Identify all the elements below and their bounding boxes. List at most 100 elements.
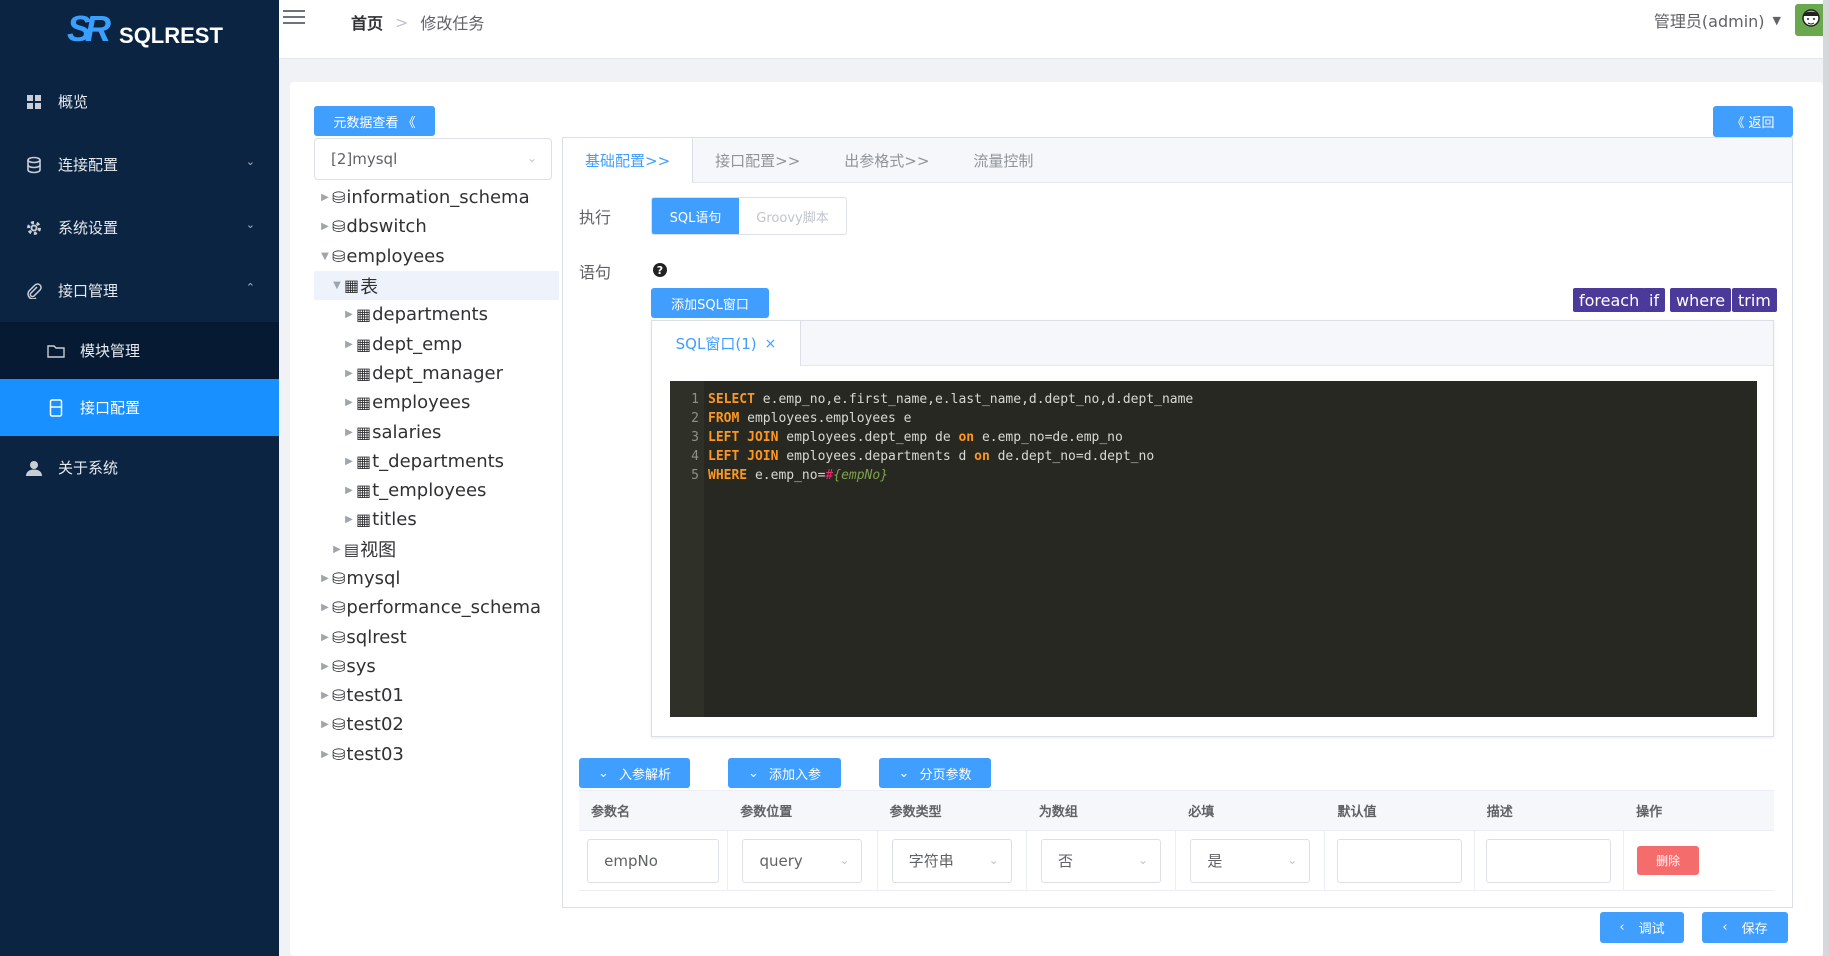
tree-node[interactable]: ▶ ▦ employees — [314, 388, 559, 417]
caret-down-icon[interactable]: ▼ — [318, 251, 332, 262]
param-name-input[interactable]: empNo — [587, 838, 720, 883]
parse-params-button[interactable]: ⌄ 入参解析 — [579, 758, 690, 788]
tab-rate-limit[interactable]: 流量控制 — [951, 138, 1055, 182]
tree-node[interactable]: ▶ ▦ t_employees — [314, 476, 559, 505]
sidebar-item-api-config[interactable]: 接口配置 — [0, 379, 279, 436]
tree-node[interactable]: ▶ ⛁ test02 — [314, 710, 559, 739]
caret-right-icon[interactable]: ▶ — [342, 309, 356, 320]
caret-right-icon[interactable]: ▶ — [318, 661, 332, 672]
datasource-select[interactable]: [2]mysql ⌄ — [314, 138, 552, 180]
sidebar-item-settings[interactable]: 系统设置 ⌄ — [0, 196, 279, 259]
cell-desc — [1475, 831, 1625, 890]
caret-right-icon[interactable]: ▶ — [342, 397, 356, 408]
app-name: SQLREST — [119, 23, 223, 48]
tree-node[interactable]: ▶ ▦ dept_manager — [314, 359, 559, 388]
sql-tab-bar — [652, 321, 1773, 366]
table-icon: ▦ — [356, 334, 372, 354]
sidebar-item-modules[interactable]: 模块管理 — [0, 322, 279, 379]
caret-right-icon[interactable]: ▶ — [342, 427, 356, 438]
user-menu[interactable]: 管理员(admin) ▼ — [1654, 8, 1781, 32]
caret-right-icon[interactable]: ▶ — [318, 221, 332, 232]
tree-node[interactable]: ▶ ⛁ performance_schema — [314, 593, 559, 622]
code-token: employees.employees e — [739, 411, 912, 426]
tree-node[interactable]: ▶ ⛁ sqlrest — [314, 622, 559, 651]
metadata-view-button[interactable]: 元数据查看 《 — [314, 106, 435, 136]
caret-right-icon[interactable]: ▶ — [342, 368, 356, 379]
code-line: 5 WHERE e.emp_no=#{empNo} — [670, 465, 888, 487]
tab-api-config[interactable]: 接口配置>> — [693, 138, 822, 182]
exec-option-sql[interactable]: SQL语句 — [652, 198, 739, 234]
page-scrollbar[interactable] — [1823, 0, 1829, 956]
sidebar-item-overview[interactable]: 概览 — [0, 70, 279, 133]
caret-right-icon[interactable]: ▶ — [342, 456, 356, 467]
tree-node-label: test03 — [346, 743, 404, 765]
tab-output-format[interactable]: 出参格式>> — [822, 138, 951, 182]
menu-toggle-icon[interactable] — [283, 10, 305, 26]
sql-window-tab[interactable]: SQL窗口(1) × — [652, 321, 801, 366]
close-icon[interactable]: × — [765, 336, 777, 352]
tree-node[interactable]: ▶ ⛁ test01 — [314, 681, 559, 710]
param-position-select[interactable]: query ⌄ — [742, 838, 863, 883]
column-header: 参数名 — [591, 805, 631, 820]
tree-node[interactable]: ▶ ▦ salaries — [314, 417, 559, 446]
snippet-where-button[interactable]: where — [1670, 288, 1732, 312]
param-desc-input[interactable] — [1486, 838, 1612, 883]
caret-down-icon[interactable]: ▼ — [330, 280, 344, 291]
caret-right-icon[interactable]: ▶ — [318, 719, 332, 730]
param-is-array-select[interactable]: 否 ⌄ — [1041, 838, 1162, 883]
tree-node[interactable]: ▼ ▦ 表 — [314, 270, 559, 301]
add-param-button[interactable]: ⌄ 添加入参 — [728, 758, 841, 788]
caret-right-icon[interactable]: ▶ — [330, 544, 344, 555]
tree-node[interactable]: ▶ ⛁ mysql — [314, 564, 559, 593]
caret-right-icon[interactable]: ▶ — [318, 573, 332, 584]
caret-right-icon[interactable]: ▶ — [318, 690, 332, 701]
tree-node[interactable]: ▶ ⛁ dbswitch — [314, 212, 559, 241]
snippet-foreach-button[interactable]: foreach — [1573, 288, 1646, 312]
tree-node[interactable]: ▶ ▦ titles — [314, 505, 559, 534]
tree-node-label: 视图 — [360, 540, 397, 562]
tree-node[interactable]: ▶ ⛁ test03 — [314, 740, 559, 769]
tab-basic-config[interactable]: 基础配置>> — [563, 138, 694, 183]
tree-node[interactable]: ▶ ▦ dept_emp — [314, 329, 559, 358]
caret-right-icon[interactable]: ▶ — [342, 514, 356, 525]
caret-right-icon[interactable]: ▶ — [318, 192, 332, 203]
sidebar-item-about[interactable]: 关于系统 — [0, 436, 279, 499]
tree-node[interactable]: ▶ ▦ t_departments — [314, 447, 559, 476]
paging-params-button[interactable]: ⌄ 分页参数 — [879, 758, 991, 788]
snippet-if-button[interactable]: if — [1643, 288, 1666, 312]
debug-button[interactable]: ‹ 调试 — [1600, 912, 1684, 943]
param-default-input[interactable] — [1337, 838, 1463, 883]
folder-icon — [47, 342, 65, 360]
tree-node[interactable]: ▶ ▤ 视图 — [314, 535, 559, 564]
breadcrumb-home[interactable]: 首页 — [351, 10, 383, 34]
tree-node-label: dept_manager — [372, 362, 504, 384]
exec-option-groovy[interactable]: Groovy脚本 — [739, 198, 846, 234]
back-button[interactable]: 《 返回 — [1713, 106, 1793, 137]
logo[interactable]: SR SQLREST — [67, 8, 223, 50]
add-sql-window-button[interactable]: 添加SQL窗口 — [651, 288, 769, 318]
param-position-value: query — [759, 851, 803, 870]
breadcrumb-separator: > — [395, 12, 409, 32]
sidebar-item-api-management[interactable]: 接口管理 ⌃ — [0, 259, 279, 322]
table-icon: ▦ — [356, 363, 372, 383]
tree-node[interactable]: ▶ ▦ departments — [314, 300, 559, 329]
question-circle-icon[interactable]: ? — [653, 263, 667, 277]
param-type-select[interactable]: 字符串 ⌄ — [891, 838, 1012, 883]
sidebar-item-connections[interactable]: 连接配置 ⌄ — [0, 133, 279, 196]
delete-param-button[interactable]: 删除 — [1637, 846, 1700, 875]
snippet-trim-button[interactable]: trim — [1732, 288, 1777, 312]
user-icon — [25, 459, 43, 477]
tab-bar: 基础配置>> 接口配置>> 出参格式>> 流量控制 — [563, 138, 1792, 183]
caret-right-icon[interactable]: ▶ — [342, 339, 356, 350]
param-required-select[interactable]: 是 ⌄ — [1190, 838, 1311, 883]
caret-right-icon[interactable]: ▶ — [342, 485, 356, 496]
caret-right-icon[interactable]: ▶ — [318, 632, 332, 643]
caret-right-icon[interactable]: ▶ — [318, 602, 332, 613]
save-button[interactable]: ‹ 保存 — [1702, 912, 1788, 943]
sidebar-menu: 概览 连接配置 ⌄ 系统设置 ⌄ 接口管理 ⌃ 模块管理 接口配置 关于系统 — [0, 70, 279, 499]
tree-node[interactable]: ▶ ⛁ sys — [314, 652, 559, 681]
caret-right-icon[interactable]: ▶ — [318, 749, 332, 760]
tree-node[interactable]: ▶ ⛁ information_schema — [314, 183, 559, 212]
tree-node[interactable]: ▼ ⛁ employees — [314, 242, 559, 271]
sql-code-editor[interactable]: 1 SELECT e.emp_no,e.first_name,e.last_nam… — [670, 381, 1757, 717]
